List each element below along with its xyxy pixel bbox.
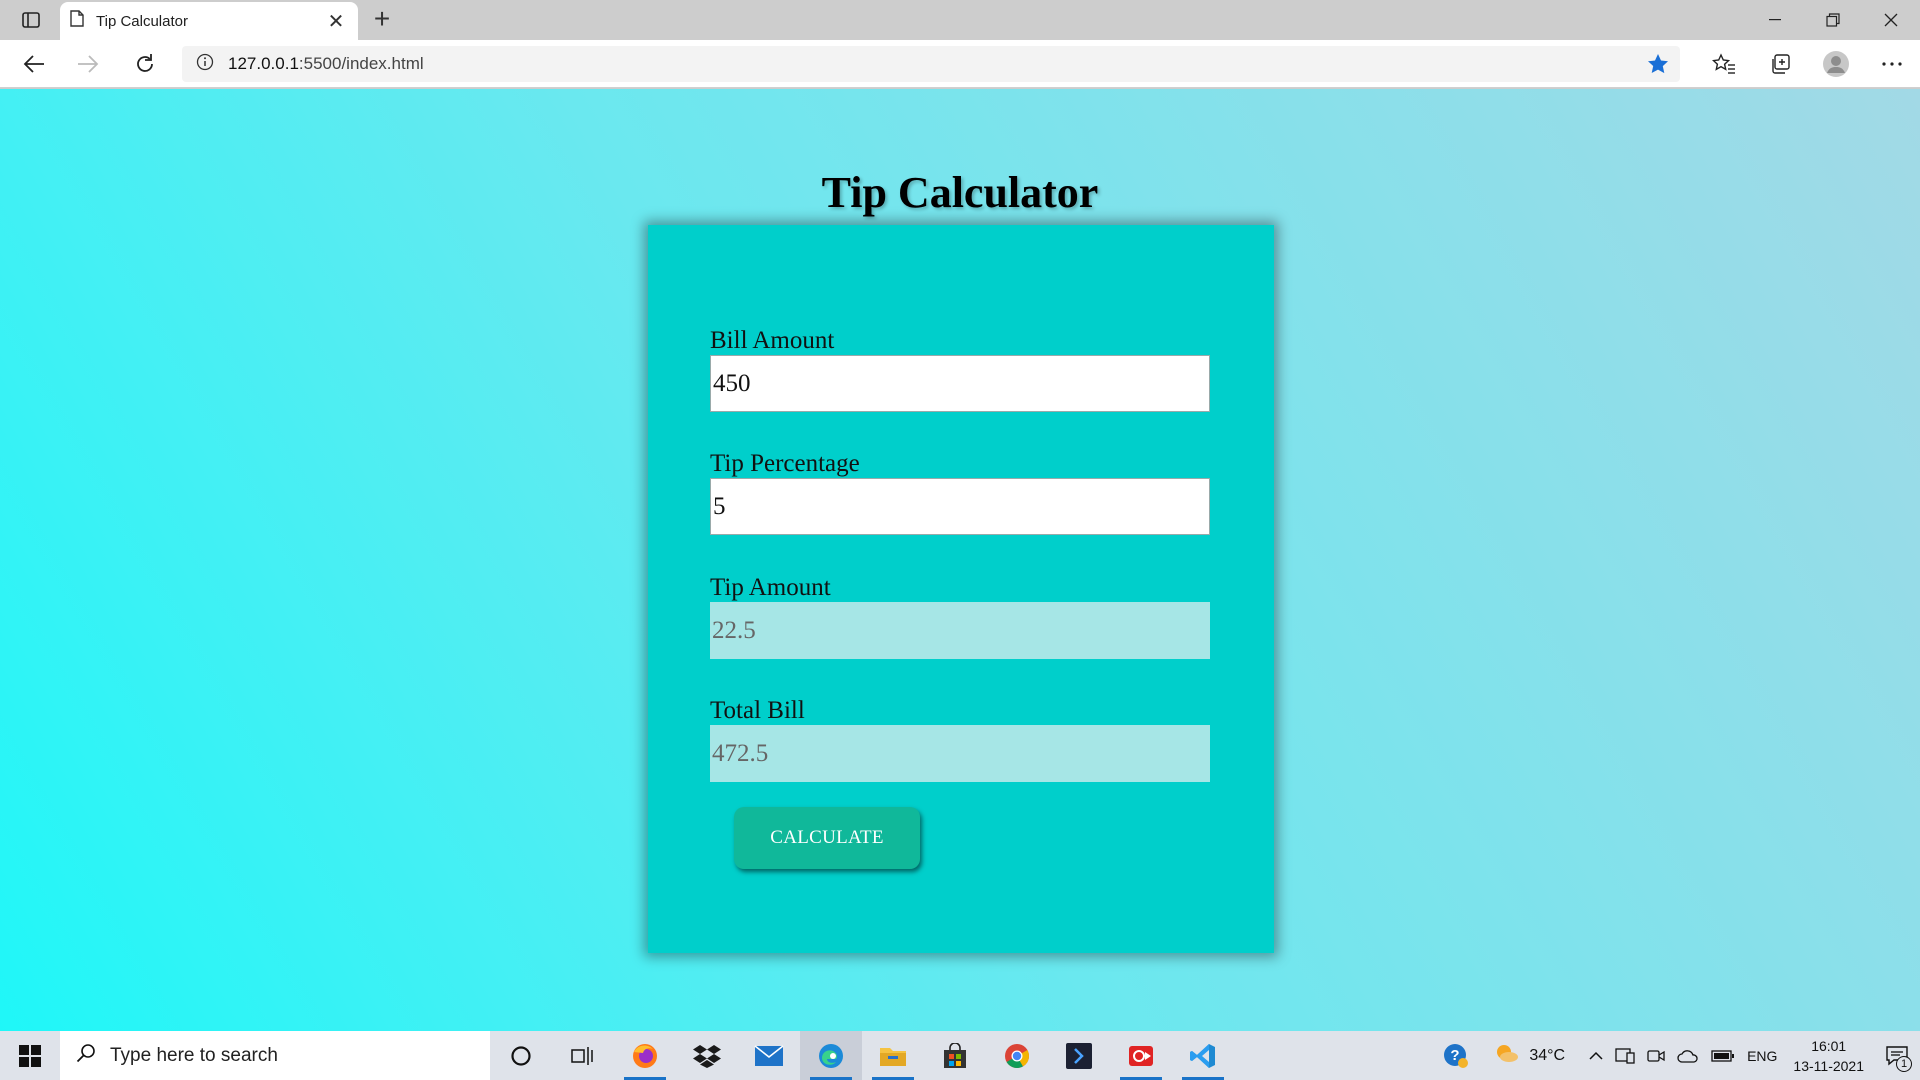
battery-icon[interactable] [1705,1031,1741,1080]
tip-percentage-input[interactable]: 5 [710,478,1210,535]
toolbar-right [1696,40,1920,88]
store-icon[interactable] [924,1031,986,1080]
system-tray: ? 34°C ENG 16:01 13-11-2021 1 [1437,1031,1920,1080]
close-window-icon[interactable] [1862,0,1920,40]
forward-icon[interactable] [71,48,105,80]
collections-icon[interactable] [1752,40,1808,88]
tip-percentage-field: Tip Percentage 5 [710,450,1210,535]
url-path: :5500/index.html [298,54,424,73]
language-indicator[interactable]: ENG [1741,1031,1783,1080]
total-bill-output: 472.5 [710,725,1210,782]
tab-actions-icon[interactable] [14,7,48,33]
firefox-icon[interactable] [614,1031,676,1080]
total-bill-field: Total Bill 472.5 [710,697,1210,782]
profile-avatar-icon[interactable] [1808,40,1864,88]
back-icon[interactable] [17,48,51,80]
clock-date: 13-11-2021 [1793,1057,1864,1074]
taskbar-search[interactable]: Type here to search [60,1031,490,1080]
tip-percentage-label: Tip Percentage [710,450,860,477]
vscode-icon[interactable] [1172,1031,1234,1080]
restore-icon[interactable] [1804,0,1862,40]
media-app-icon[interactable] [1110,1031,1172,1080]
taskbar-apps [490,1031,1234,1080]
url-text: 127.0.0.1:5500/index.html [228,54,424,74]
meet-now-icon[interactable] [1641,1031,1671,1080]
tab-title: Tip Calculator [96,12,188,30]
site-info-icon[interactable] [196,53,214,76]
browser-tab[interactable]: Tip Calculator ✕ [60,2,358,40]
edge-icon[interactable] [800,1031,862,1080]
show-hidden-icons-chevron-icon[interactable] [1571,1031,1609,1080]
notification-count-badge: 1 [1896,1056,1912,1072]
dropbox-icon[interactable] [676,1031,738,1080]
bill-amount-input[interactable]: 450 [710,355,1210,412]
clock[interactable]: 16:01 13-11-2021 [1783,1036,1874,1076]
clock-time: 16:01 [1811,1037,1847,1054]
bill-amount-field: Bill Amount 450 [710,327,1210,412]
mail-icon[interactable] [738,1031,800,1080]
network-device-icon[interactable] [1609,1031,1641,1080]
calculate-button[interactable]: CALCULATE [734,807,920,869]
page-title: Tip Calculator [821,168,1099,217]
more-options-icon[interactable] [1864,40,1920,88]
refresh-icon[interactable] [128,48,162,80]
minimize-icon[interactable] [1746,0,1804,40]
url-host: 127.0.0.1 [228,54,299,73]
svg-text:?: ? [1451,1047,1460,1064]
page-viewport: Tip Calculator Bill Amount 450 Tip Perce… [0,89,1920,1031]
tip-amount-field: Tip Amount 22.5 [710,574,1210,659]
cortana-icon[interactable] [490,1031,552,1080]
address-bar[interactable]: 127.0.0.1:5500/index.html [182,46,1680,82]
task-view-icon[interactable] [552,1031,614,1080]
tip-amount-output: 22.5 [710,602,1210,659]
search-icon [76,1043,96,1068]
search-placeholder: Type here to search [110,1044,278,1066]
calculator-card: Bill Amount 450 Tip Percentage 5 Tip Amo… [648,225,1274,953]
total-bill-label: Total Bill [710,697,805,724]
new-tab-icon[interactable]: + [366,4,398,36]
terminal-app-icon[interactable] [1048,1031,1110,1080]
page-icon [70,10,84,32]
close-tab-icon[interactable]: ✕ [324,9,348,34]
tab-bar: Tip Calculator ✕ + [0,0,1920,40]
favorite-star-icon[interactable] [1646,52,1670,81]
help-icon[interactable]: ? [1437,1031,1475,1080]
windows-start-icon[interactable] [0,1031,60,1080]
file-explorer-icon[interactable] [862,1031,924,1080]
temperature: 34°C [1529,1046,1566,1064]
taskbar: Type here to search ? 34°C ENG 16:01 13-… [0,1031,1920,1080]
bill-amount-label: Bill Amount [710,327,835,354]
weather-widget[interactable]: 34°C [1475,1031,1571,1080]
notifications-icon[interactable]: 1 [1874,1031,1920,1080]
window-controls [1746,0,1920,40]
weather-sun-icon [1493,1042,1519,1069]
tip-amount-label: Tip Amount [710,574,831,601]
chrome-icon[interactable] [986,1031,1048,1080]
browser-toolbar: 127.0.0.1:5500/index.html [0,40,1920,88]
favorites-icon[interactable] [1696,40,1752,88]
onedrive-cloud-icon[interactable] [1671,1031,1705,1080]
